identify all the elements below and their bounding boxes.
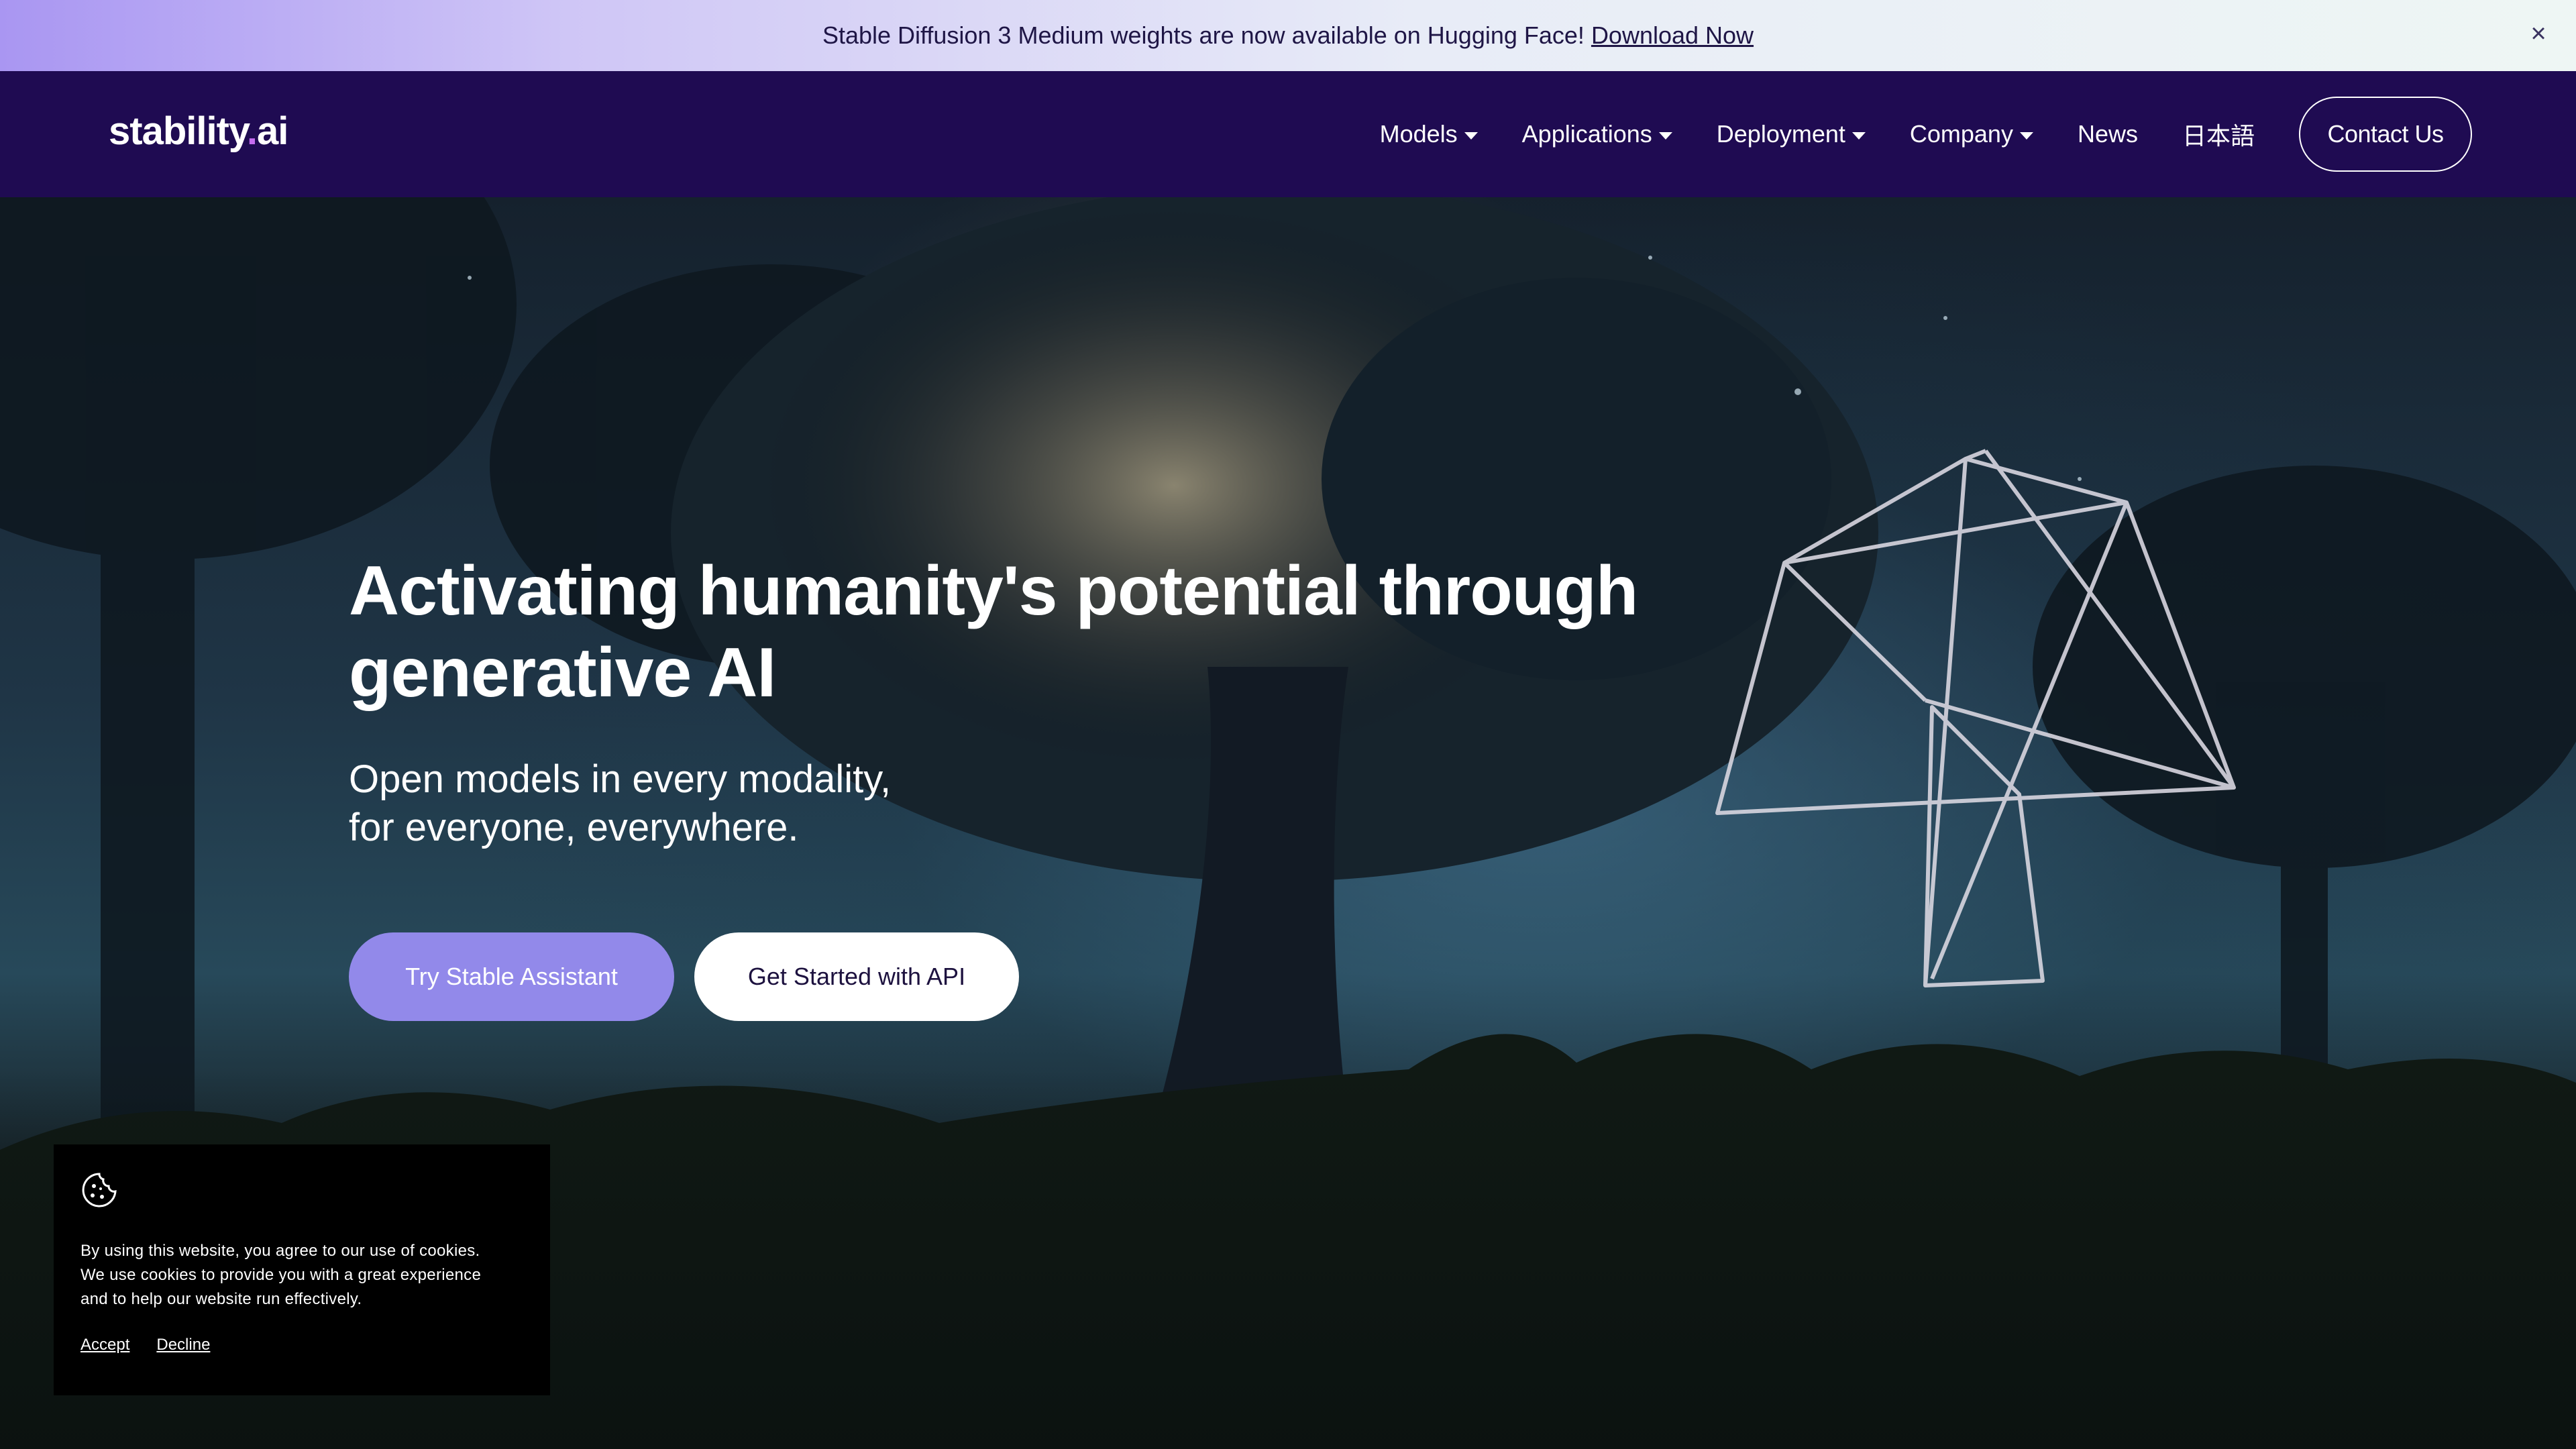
cookie-text-line: We use cookies to provide you with a gre…	[80, 1266, 482, 1284]
hero-subline-line: for everyone, everywhere.	[349, 806, 799, 849]
cookie-text-line: By using this website, you agree to our …	[80, 1242, 480, 1260]
nav-item-company[interactable]: Company	[1910, 120, 2033, 148]
announcement-bar: Stable Diffusion 3 Medium weights are no…	[0, 0, 2576, 71]
nav-item-models[interactable]: Models	[1380, 120, 1478, 148]
logo[interactable]: stability.ai	[109, 109, 288, 154]
nav-item-deployment[interactable]: Deployment	[1717, 120, 1866, 148]
caret-down-icon	[1658, 131, 1672, 140]
nav-menu: Models Applications Deployment Company N…	[1336, 97, 2472, 172]
nav-item-label: News	[2077, 120, 2138, 148]
hero-subline: Open models in every modality, for every…	[349, 755, 1154, 852]
logo-dot: .	[246, 109, 258, 153]
announcement-text: Stable Diffusion 3 Medium weights are no…	[822, 21, 1585, 49]
nav-item-applications[interactable]: Applications	[1522, 120, 1672, 148]
cookie-decline-link[interactable]: Decline	[156, 1336, 210, 1354]
nav-item-label: 日本語	[2182, 122, 2255, 150]
cookie-icon	[82, 1173, 117, 1208]
cookie-text: By using this website, you agree to our …	[80, 1239, 523, 1311]
download-now-link[interactable]: Download Now	[1591, 21, 1754, 50]
get-started-api-button[interactable]: Get Started with API	[694, 932, 1019, 1021]
hero-subline-line: Open models in every modality,	[349, 757, 892, 801]
nav-item-label: Applications	[1521, 120, 1652, 148]
nav-item-label: Deployment	[1716, 120, 1845, 148]
page: Stable Diffusion 3 Medium weights are no…	[0, 0, 2576, 1449]
contact-us-button[interactable]: Contact Us	[2299, 97, 2472, 172]
caret-down-icon	[2019, 131, 2033, 140]
logo-suffix: ai	[257, 109, 288, 153]
try-stable-assistant-button[interactable]: Try Stable Assistant	[349, 932, 674, 1021]
nav-item-japanese[interactable]: 日本語	[2182, 117, 2255, 152]
logo-text: stability	[109, 109, 248, 153]
close-icon[interactable]: ×	[2524, 19, 2553, 48]
cookie-accept-link[interactable]: Accept	[80, 1336, 129, 1354]
nav-item-label: Company	[1909, 120, 2013, 148]
cookie-text-line: and to help our website run effectively.	[80, 1290, 362, 1308]
cookie-banner: By using this website, you agree to our …	[54, 1144, 550, 1395]
caret-down-icon	[1464, 131, 1478, 140]
nav-item-news[interactable]: News	[2078, 120, 2138, 148]
nav-item-label: Models	[1379, 120, 1458, 148]
hero-headline: Activating humanity's potential through …	[349, 552, 1638, 712]
caret-down-icon	[1851, 131, 1866, 140]
main-navigation: stability.ai Models Applications Deploym…	[0, 71, 2576, 197]
cookie-actions: Accept Decline	[80, 1336, 523, 1354]
